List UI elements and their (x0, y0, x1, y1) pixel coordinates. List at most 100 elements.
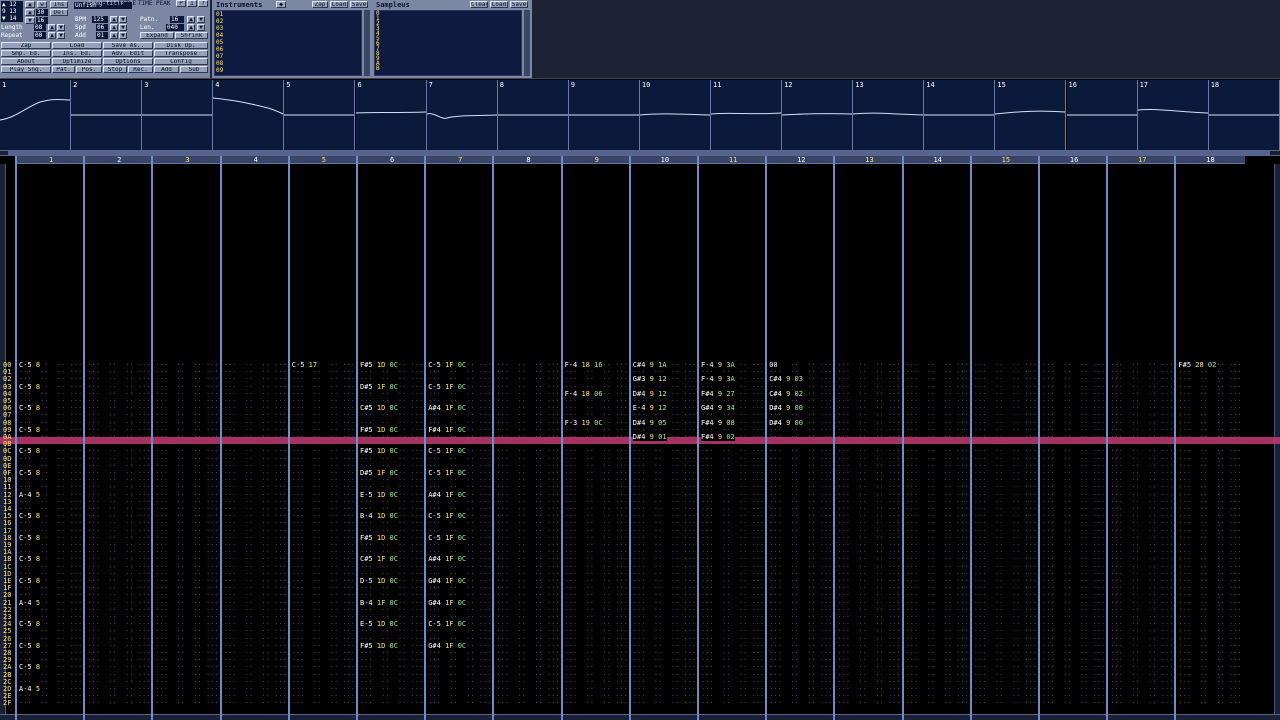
channel-scope[interactable]: 1 (0, 80, 72, 150)
note-cell[interactable]: F-3 19 0C (564, 419, 603, 427)
note-cell[interactable]: C#4 9 1A (632, 362, 667, 369)
note-cell[interactable]: D#4 9 12 (632, 390, 667, 398)
note-cell[interactable]: F#5 28 02 (1178, 362, 1217, 369)
samples-save-button[interactable]: Save (510, 1, 528, 8)
note-cell[interactable]: C-5 8 (19, 383, 45, 391)
note-cell[interactable]: C#4 9 02 (769, 390, 803, 398)
channel-header[interactable]: 10 (630, 156, 699, 164)
play-position-button[interactable]: Pos. (76, 66, 102, 73)
note-cell[interactable]: F#4 1F 0C (428, 426, 467, 434)
empty-cell[interactable]: ··· ·· ·· ··· (906, 700, 969, 707)
channel-scope[interactable]: 13 (853, 80, 925, 150)
empty-cell[interactable]: ··· ·· ·· ··· (224, 700, 287, 707)
record-button[interactable]: Rec. (128, 66, 153, 73)
channel-scope[interactable]: 3 (142, 80, 214, 150)
note-cell[interactable]: G#4 1F 0C (428, 578, 467, 585)
horizontal-scrollbar-thumb[interactable] (8, 151, 1270, 155)
channel-scope[interactable]: 8 (497, 80, 569, 150)
note-cell[interactable]: C-5 17 (291, 362, 322, 369)
note-cell[interactable]: F-4 18 16 (564, 362, 603, 369)
note-cell[interactable]: E-5 1D 0C (360, 491, 398, 499)
note-cell[interactable]: D#4 9 00 (769, 405, 803, 413)
channel-header[interactable]: 6 (358, 156, 427, 164)
instruments-scroll-button[interactable]: ◆ (276, 1, 286, 8)
note-cell[interactable]: C-5 8 (19, 578, 45, 585)
pattern-editor[interactable]: 1 2 3 4 5 6 7 8 9 10 11 12 13 14 15 16 17 18 00 ··· ·· ·· ·… (0, 156, 1280, 720)
empty-cell[interactable]: ··· ·· ·· ··· (292, 700, 355, 707)
channel-header[interactable]: 2 (85, 156, 154, 164)
empty-cell[interactable]: ··· ·· ·· ··· (428, 700, 491, 707)
add-button[interactable]: Add (154, 66, 179, 73)
note-cell[interactable]: G#4 9 34 (701, 405, 735, 413)
note-cell[interactable]: F-4 9 3A (701, 376, 735, 384)
small-btn-3[interactable]: ? (198, 0, 208, 7)
note-cell[interactable]: E-4 9 12 (632, 405, 667, 413)
note-cell[interactable]: C-5 1F 0C (428, 621, 467, 629)
channel-header[interactable]: 9 (562, 156, 631, 164)
small-btn-2[interactable]: I (187, 0, 197, 7)
note-cell[interactable]: A#4 1F 0C (428, 491, 467, 499)
channel-header[interactable]: 5 (289, 156, 358, 164)
len-down-button[interactable]: ▼ (197, 24, 205, 31)
samples-clear-button[interactable]: Clear (470, 1, 488, 8)
note-cell[interactable]: D#4 9 01 (632, 434, 667, 441)
note-cell[interactable]: A#4 1F 0C (428, 556, 467, 564)
note-cell[interactable]: F#5 1D 0C (360, 362, 398, 369)
load-button[interactable]: Load (52, 42, 102, 49)
instrument-editor-button[interactable]: Ins. Ed. (52, 50, 102, 57)
empty-cell[interactable]: ··· ·· ·· ··· (360, 700, 423, 707)
pos-field-button[interactable]: w (37, 1, 47, 8)
note-cell[interactable]: C-5 8 (19, 664, 45, 672)
note-cell[interactable]: C-5 8 (19, 556, 45, 564)
note-cell[interactable]: B-4 1F 0C (360, 599, 398, 607)
play-pattern-button[interactable]: Pat. (52, 66, 75, 73)
repeat-down-button[interactable]: ▼ (57, 32, 65, 39)
advanced-edit-button[interactable]: Adv. Edit (103, 50, 153, 57)
instruments-load-button[interactable]: Load (330, 1, 348, 8)
instrument-slot[interactable]: 09 (216, 67, 223, 74)
note-cell[interactable]: 00 (769, 362, 782, 369)
channel-scope[interactable]: 10 (639, 80, 711, 150)
note-cell[interactable]: C-5 8 (19, 470, 45, 477)
stop-button[interactable]: Stop (103, 66, 127, 73)
empty-cell[interactable]: ··· ·· ·· ··· (837, 700, 900, 707)
expand-button[interactable]: Expand (140, 32, 174, 39)
length-down-button[interactable]: ▼ (57, 24, 65, 31)
note-cell[interactable]: F-4 18 06 (564, 390, 603, 398)
channel-scope[interactable]: 12 (782, 80, 854, 150)
patn-up-button[interactable]: ▲ (187, 16, 195, 23)
note-cell[interactable]: F#5 1D 0C (360, 448, 398, 456)
channel-header[interactable]: 7 (426, 156, 495, 164)
note-cell[interactable]: C#5 1F 0C (360, 556, 398, 564)
note-cell[interactable]: C#5 1D 0C (360, 405, 398, 413)
about-button[interactable]: About (1, 58, 51, 65)
sub-button[interactable]: Sub (180, 66, 208, 73)
empty-cell[interactable]: ··· ·· ·· ··· (87, 700, 150, 707)
channel-scope[interactable]: 14 (924, 80, 996, 150)
note-cell[interactable]: A-4 5 (19, 491, 45, 499)
note-cell[interactable]: A-4 5 (19, 599, 45, 607)
channel-header[interactable]: 17 (1108, 156, 1177, 164)
note-cell[interactable]: C-5 8 (19, 621, 45, 629)
note-cell[interactable]: C-5 8 (19, 362, 45, 369)
add-up-button[interactable]: ▲ (110, 32, 118, 39)
channel-header[interactable]: 11 (699, 156, 768, 164)
spd-down-button[interactable]: ▼ (119, 24, 127, 31)
instrument-slot[interactable]: 05 (216, 39, 223, 46)
channel-scope[interactable]: 4 (213, 80, 285, 150)
shrink-button[interactable]: Shrink (175, 32, 208, 39)
note-cell[interactable]: D#5 1F 0C (360, 470, 398, 477)
channel-header[interactable]: 14 (903, 156, 972, 164)
config-button[interactable]: Config (154, 58, 208, 65)
instrument-slot[interactable]: 02 (216, 18, 223, 25)
channel-scope[interactable]: 15 (995, 80, 1067, 150)
note-cell[interactable]: F#5 1D 0C (360, 642, 398, 650)
note-cell[interactable]: C-5 1F 0C (428, 534, 467, 542)
channel-header[interactable]: 15 (971, 156, 1040, 164)
note-cell[interactable]: A#4 1F 0C (428, 405, 467, 413)
pos-mid-button[interactable]: ▲ (25, 9, 35, 16)
note-cell[interactable]: G#3 9 12 (632, 376, 667, 384)
note-cell[interactable]: F#4 9 02 (701, 434, 735, 441)
instrument-slot[interactable]: 08 (216, 60, 223, 67)
note-cell[interactable]: C#4 9 03 (769, 376, 803, 384)
